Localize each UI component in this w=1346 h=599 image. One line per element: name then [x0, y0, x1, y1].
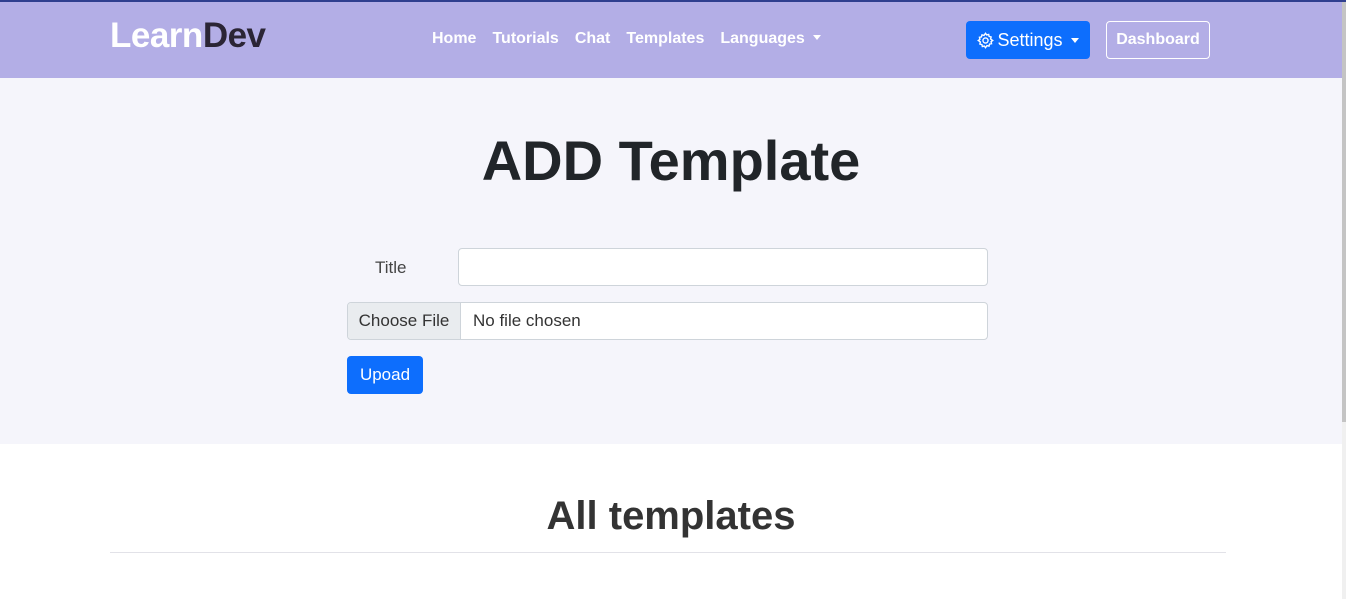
page-title: ADD Template: [481, 129, 861, 192]
nav-item-languages-dropdown[interactable]: Languages: [720, 30, 821, 48]
nav-item-chat[interactable]: Chat: [575, 30, 611, 48]
dashboard-button[interactable]: Dashboard: [1106, 21, 1210, 59]
brand-part-learn: Learn: [110, 16, 203, 55]
title-input[interactable]: [458, 248, 988, 286]
file-status-text: No file chosen: [473, 311, 581, 330]
nav-item-tutorials[interactable]: Tutorials: [492, 30, 558, 48]
brand-part-dev: Dev: [202, 16, 266, 55]
brand-logo[interactable]: LearnDev: [110, 16, 266, 56]
title-label: Title: [375, 258, 407, 277]
caret-down-icon: [1070, 37, 1079, 43]
caret-down-icon: [812, 35, 821, 40]
choose-file-button[interactable]: Choose File: [348, 303, 461, 339]
file-input[interactable]: Choose File No file chosen: [347, 302, 988, 340]
settings-dropdown-button[interactable]: Settings: [966, 21, 1090, 59]
scrollbar-thumb[interactable]: [1342, 2, 1346, 422]
nav-item-languages-label: Languages: [720, 30, 805, 47]
settings-label: Settings: [997, 29, 1063, 50]
navbar: LearnDev Home Tutorials Chat Templates L…: [0, 2, 1342, 78]
add-template-section: ADD Template Title Choose File No file c…: [0, 78, 1342, 444]
divider: [110, 552, 1226, 553]
upload-button[interactable]: Upoad: [347, 356, 423, 394]
nav-links: Home Tutorials Chat Templates Languages: [432, 30, 837, 48]
all-templates-heading: All templates: [546, 494, 796, 538]
gear-icon: [977, 31, 995, 49]
nav-item-home[interactable]: Home: [432, 30, 476, 48]
nav-item-templates[interactable]: Templates: [626, 30, 704, 48]
